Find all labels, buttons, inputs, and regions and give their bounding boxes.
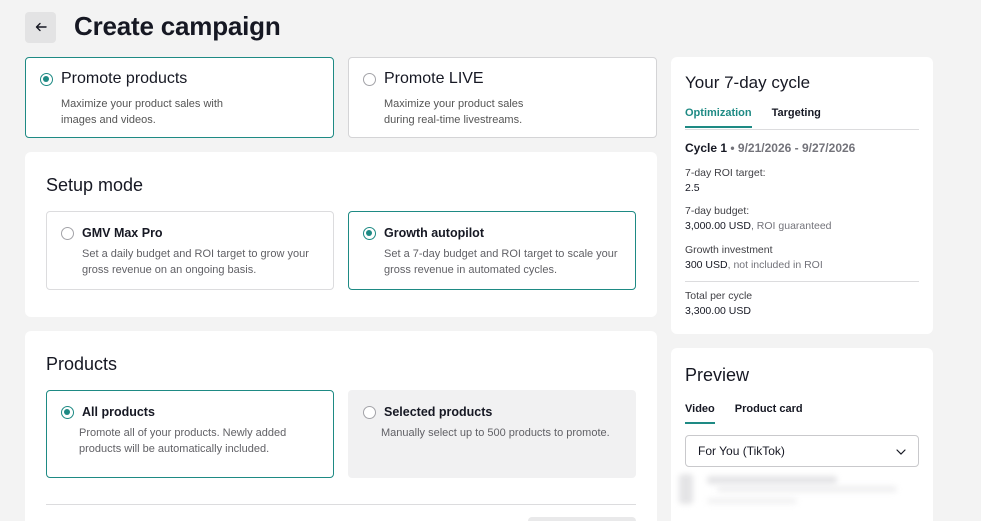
growth-autopilot-option[interactable]: Growth autopilot Set a 7-day budget and … (348, 211, 636, 290)
promote-products-option[interactable]: Promote products Maximize your product s… (25, 57, 334, 138)
setup-mode-title: Setup mode (46, 175, 144, 195)
tab-optimization[interactable]: Optimization (685, 107, 752, 128)
total-value: 3,300.00 USD (685, 305, 751, 317)
add-products-button[interactable] (528, 517, 636, 521)
divider (46, 504, 636, 505)
option-description: Maximize your product sales with images … (61, 98, 224, 126)
selected-products-option[interactable]: Selected products Manually select up to … (348, 390, 636, 478)
placement-select-value: For You (TikTok) (698, 444, 785, 458)
budget-label: 7-day budget: (685, 205, 750, 217)
total-label: Total per cycle (685, 290, 753, 302)
radio-unselected-icon (61, 226, 74, 240)
gmv-max-pro-option[interactable]: GMV Max Pro Set a daily budget and ROI t… (46, 211, 334, 290)
roi-label: 7-day ROI target: (685, 167, 766, 179)
cycle-tabs: Optimization Targeting (685, 107, 821, 128)
budget: 7-day budget: 3,000.00 USD, ROI guarante… (685, 204, 832, 234)
growth-investment: Growth investment 300 USD, not included … (685, 243, 823, 273)
chevron-down-icon (896, 444, 906, 458)
option-description: Promote all of your products. Newly adde… (79, 427, 287, 455)
radio-selected-icon (363, 226, 376, 240)
radio-unselected-icon (363, 72, 376, 86)
growth-value: 300 USD (685, 259, 728, 271)
growth-note: , not included in ROI (727, 259, 823, 271)
option-description: Set a 7-day budget and ROI target to sca… (384, 248, 618, 276)
cycle-dates: 9/21/2026 - 9/27/2026 (737, 141, 856, 155)
preview-title: Preview (685, 365, 750, 385)
back-button[interactable] (25, 12, 56, 43)
radio-selected-icon (40, 72, 53, 86)
option-title: Growth autopilot (384, 226, 484, 240)
products-title: Products (46, 354, 118, 374)
option-title: All products (82, 405, 155, 419)
cycle-panel-title: Your 7-day cycle (685, 73, 811, 92)
total-divider (685, 281, 919, 282)
roi-value: 2.5 (685, 182, 700, 194)
option-title: Selected products (384, 405, 493, 419)
option-title: Promote LIVE (384, 70, 484, 87)
total-per-cycle: Total per cycle 3,300.00 USD (685, 289, 752, 319)
budget-note: , ROI guaranteed (750, 220, 832, 232)
preview-image (677, 472, 933, 521)
arrow-left-icon (35, 19, 47, 37)
placement-select[interactable]: For You (TikTok) (685, 435, 919, 467)
promote-live-option[interactable]: Promote LIVE Maximize your product sales… (348, 57, 657, 138)
all-products-option[interactable]: All products Promote all of your product… (46, 390, 334, 478)
tab-targeting[interactable]: Targeting (772, 107, 821, 128)
growth-label: Growth investment (685, 244, 773, 256)
tabs-divider (685, 129, 919, 130)
tab-product-card[interactable]: Product card (735, 403, 803, 424)
cycle-label: Cycle 1 (685, 141, 728, 155)
radio-selected-icon (61, 405, 74, 419)
radio-unselected-icon (363, 405, 376, 419)
budget-value: 3,000.00 USD (685, 220, 751, 232)
tab-video[interactable]: Video (685, 403, 715, 424)
preview-tabs: Video Product card (685, 403, 803, 424)
option-title: Promote products (61, 70, 188, 87)
page-title: Create campaign (74, 11, 281, 41)
option-description: Manually select up to 500 products to pr… (381, 427, 610, 439)
option-title: GMV Max Pro (82, 226, 163, 240)
option-description: Set a daily budget and ROI target to gro… (82, 248, 309, 276)
cycle-range: Cycle 1 • 9/21/2026 - 9/27/2026 (685, 141, 856, 155)
roi-target: 7-day ROI target: 2.5 (685, 166, 766, 196)
option-description: Maximize your product sales during real-… (384, 98, 524, 126)
